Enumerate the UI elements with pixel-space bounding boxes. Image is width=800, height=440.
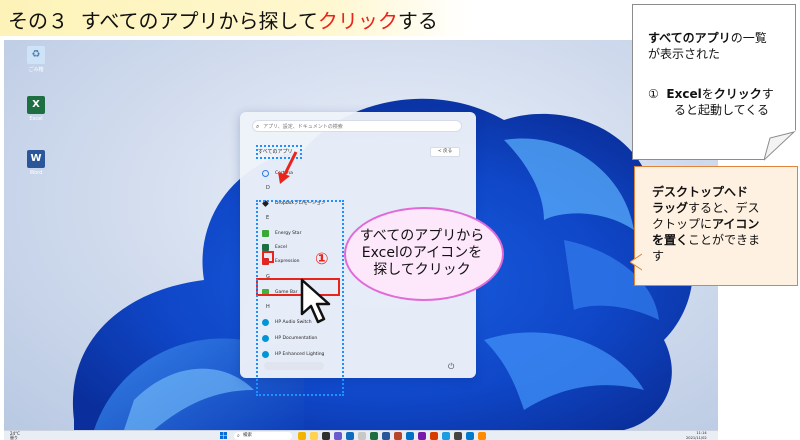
start-search-input[interactable]: ⌕ アプリ、設定、ドキュメントの検索: [252, 120, 462, 132]
word-taskbar-icon[interactable]: [382, 432, 390, 440]
weather-desc: 曇り: [10, 435, 18, 440]
taskbar-app-icon[interactable]: [298, 432, 306, 440]
clock-time: 11:14: [696, 431, 707, 435]
title-accent: クリック: [317, 9, 398, 33]
excel-taskbar-icon[interactable]: [370, 432, 378, 440]
cortana-icon: [262, 169, 269, 177]
page-fold-icon: [764, 130, 796, 161]
taskbar: 24°C 曇り ⌕ 検索 11:14 2021/11/02: [4, 430, 718, 440]
title-suffix: する: [397, 9, 438, 33]
file-explorer-icon[interactable]: [310, 432, 318, 440]
taskbar-app-icon[interactable]: [478, 432, 486, 440]
recycle-bin-icon: ♻: [27, 46, 45, 64]
callout-text: すべてのアプリから Excelのアイコンを 探してクリック: [359, 228, 485, 278]
desktop-icon-recycle-bin[interactable]: ♻ ごみ箱: [16, 46, 56, 73]
page-title: その３ すべてのアプリから探してクリックする: [8, 5, 438, 34]
letter-header-d[interactable]: D: [266, 185, 270, 191]
taskbar-search-box[interactable]: ⌕ 検索: [234, 432, 292, 440]
step-number: ①: [315, 249, 329, 268]
weather-widget[interactable]: 24°C 曇り: [10, 432, 20, 440]
taskbar-app-icon[interactable]: [442, 432, 450, 440]
system-clock[interactable]: 11:14 2021/11/02: [686, 431, 707, 440]
red-arrow-icon: [278, 151, 298, 184]
search-icon: ⌕: [237, 433, 240, 439]
powerpoint-taskbar-icon[interactable]: [394, 432, 402, 440]
teams-icon[interactable]: [334, 432, 342, 440]
taskbar-search-label: 検索: [243, 433, 252, 438]
excel-icon: X: [27, 96, 45, 114]
vscode-icon[interactable]: [466, 432, 474, 440]
desktop-icon-excel[interactable]: X Excel: [16, 96, 56, 122]
search-placeholder: アプリ、設定、ドキュメントの検索: [263, 124, 343, 130]
outlook-taskbar-icon[interactable]: [406, 432, 414, 440]
word-icon: W: [27, 150, 45, 168]
title-main: すべてのアプリから探して: [80, 9, 318, 33]
desktop-icon-word[interactable]: W Word: [16, 150, 56, 176]
taskbar-app-icon[interactable]: [454, 432, 462, 440]
onenote-taskbar-icon[interactable]: [418, 432, 426, 440]
windows-start-icon[interactable]: [220, 432, 227, 439]
note1-text: すべてのアプリの一覧 が表示された: [648, 31, 767, 61]
note1-step: ① Excelをクリックす ると起動してくる: [648, 87, 774, 117]
note-tail-icon: [630, 253, 642, 271]
taskbar-app-icon[interactable]: [322, 432, 330, 440]
taskbar-app-icon[interactable]: [358, 432, 366, 440]
note2-text: デスクトップへド ラッグすると、デス クトップにアイコン を置くことができま す: [652, 185, 761, 263]
taskbar-app-icon[interactable]: [430, 432, 438, 440]
edge-icon[interactable]: [346, 432, 354, 440]
mouse-cursor-icon: [300, 278, 331, 324]
title-prefix: その３: [8, 9, 68, 33]
clock-date: 2021/11/02: [686, 435, 707, 440]
search-icon: ⌕: [256, 123, 260, 130]
power-icon[interactable]: ⏻: [448, 362, 454, 372]
back-button[interactable]: < 戻る: [430, 147, 460, 157]
